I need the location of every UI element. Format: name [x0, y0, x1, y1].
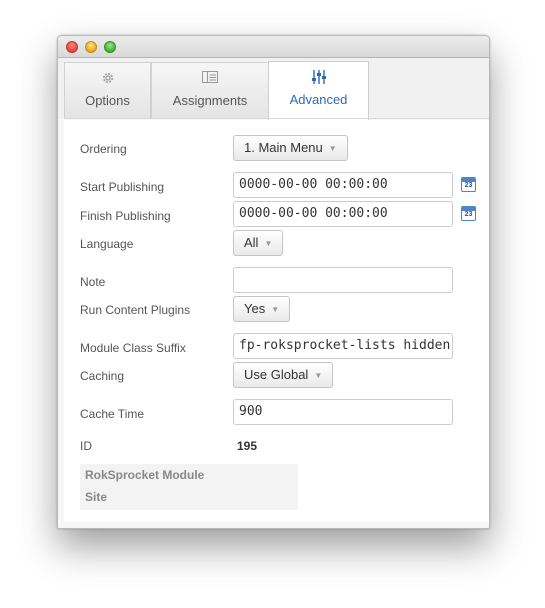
- minimize-window-button[interactable]: [85, 41, 97, 53]
- tab-bar: Options Assignments Advanced: [58, 58, 489, 120]
- module-client: Site: [85, 490, 108, 504]
- gear-icon: [65, 71, 150, 88]
- assignments-icon: [152, 71, 268, 86]
- run-content-plugins-select[interactable]: Yes ▼: [233, 296, 291, 322]
- chevron-down-icon: ▼: [271, 304, 280, 314]
- id-value: 195: [237, 439, 258, 453]
- chevron-down-icon: ▼: [264, 238, 273, 248]
- tab-assignments[interactable]: Assignments: [151, 62, 269, 119]
- start-publishing-calendar-icon[interactable]: 23: [461, 177, 476, 192]
- close-window-button[interactable]: [66, 41, 78, 53]
- sliders-icon: [269, 70, 368, 87]
- chevron-down-icon: ▼: [328, 143, 337, 153]
- advanced-panel: Ordering 1. Main Menu ▼ Start Publishing …: [64, 120, 489, 522]
- calendar-date-text: 23: [464, 211, 473, 218]
- cache-time-input[interactable]: 900: [233, 399, 453, 425]
- start-publishing-label: Start Publishing: [80, 180, 165, 194]
- module-info-box: RokSprocket Module Site: [80, 464, 298, 510]
- tab-advanced[interactable]: Advanced: [268, 61, 369, 120]
- run-content-plugins-value: Yes: [244, 301, 266, 316]
- caching-select[interactable]: Use Global ▼: [233, 362, 334, 388]
- title-bar: [58, 36, 489, 58]
- module-window: Options Assignments Advanced Ordering 1.…: [57, 35, 490, 529]
- tab-options[interactable]: Options: [64, 62, 151, 119]
- tab-options-label: Options: [85, 93, 130, 108]
- tab-divider: [64, 118, 489, 119]
- note-label: Note: [80, 275, 106, 289]
- ordering-select[interactable]: 1. Main Menu ▼: [233, 135, 348, 161]
- finish-publishing-calendar-icon[interactable]: 23: [461, 206, 476, 221]
- id-label: ID: [80, 439, 92, 453]
- module-class-suffix-label: Module Class Suffix: [80, 341, 186, 355]
- note-input[interactable]: [233, 267, 453, 293]
- tab-advanced-label: Advanced: [289, 92, 348, 107]
- caching-value: Use Global: [244, 367, 309, 382]
- run-content-plugins-label: Run Content Plugins: [80, 303, 191, 317]
- module-name: RokSprocket Module: [85, 468, 205, 482]
- chevron-down-icon: ▼: [314, 370, 323, 380]
- caching-label: Caching: [80, 369, 125, 383]
- language-select[interactable]: All ▼: [233, 230, 284, 256]
- ordering-label: Ordering: [80, 142, 127, 156]
- ordering-value: 1. Main Menu: [244, 140, 323, 155]
- finish-publishing-input[interactable]: 0000-00-00 00:00:00: [233, 201, 453, 227]
- start-publishing-input[interactable]: 0000-00-00 00:00:00: [233, 172, 453, 198]
- finish-publishing-label: Finish Publishing: [80, 209, 171, 223]
- module-class-suffix-input[interactable]: fp-roksprocket-lists hidden-phone: [233, 333, 453, 359]
- language-label: Language: [80, 237, 134, 251]
- calendar-date-text: 23: [464, 182, 473, 189]
- language-value: All: [244, 235, 259, 250]
- zoom-window-button[interactable]: [104, 41, 116, 53]
- cache-time-label: Cache Time: [80, 407, 145, 421]
- tab-assignments-label: Assignments: [172, 93, 248, 108]
